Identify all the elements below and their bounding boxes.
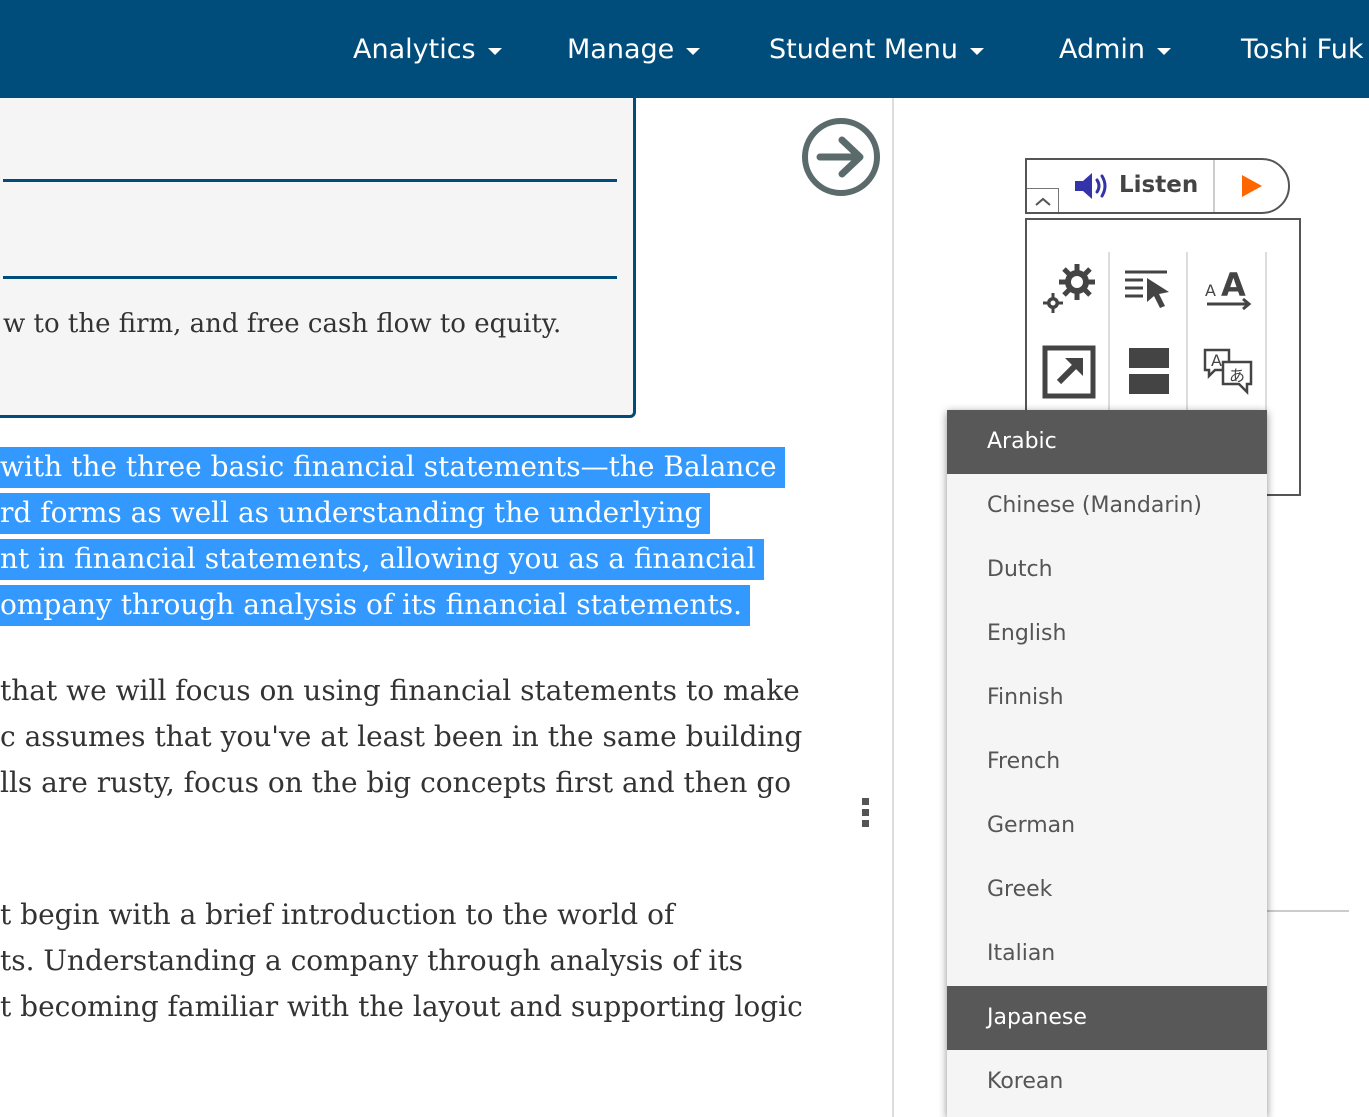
tool-separator bbox=[1108, 252, 1110, 412]
nav-admin-label: Admin bbox=[1059, 33, 1146, 65]
nav-student-menu[interactable]: Student Menu bbox=[769, 30, 984, 68]
caret-down-icon bbox=[970, 47, 984, 55]
translate-icon[interactable]: A あ bbox=[1201, 344, 1257, 400]
language-option-french[interactable]: French bbox=[947, 730, 1267, 794]
objective-divider bbox=[3, 179, 617, 182]
body-paragraph: that we will focus on using financial st… bbox=[0, 668, 802, 806]
paragraph-line: c assumes that you've at least been in t… bbox=[0, 720, 803, 753]
nav-analytics-label: Analytics bbox=[353, 33, 476, 65]
language-option-japanese[interactable]: Japanese bbox=[947, 986, 1267, 1050]
caret-down-icon bbox=[487, 47, 502, 55]
highlighted-line: with the three basic financial statement… bbox=[0, 447, 785, 488]
objective-text: w to the firm, and free cash flow to equ… bbox=[3, 309, 562, 339]
screen-mask-icon[interactable] bbox=[1121, 344, 1177, 400]
nav-admin[interactable]: Admin bbox=[1059, 30, 1172, 68]
language-dropdown: Arabic Chinese (Mandarin) Dutch English … bbox=[947, 410, 1267, 1117]
svg-text:A: A bbox=[1211, 351, 1222, 370]
paragraph-line: t begin with a brief introduction to the… bbox=[0, 898, 675, 931]
nav-analytics[interactable]: Analytics bbox=[353, 30, 502, 68]
listen-button[interactable]: Listen bbox=[1119, 172, 1198, 198]
caret-down-icon bbox=[686, 47, 701, 55]
language-option-chinese-mandarin[interactable]: Chinese (Mandarin) bbox=[947, 474, 1267, 538]
panel-rule bbox=[1267, 910, 1349, 912]
chevron-up-icon bbox=[1035, 197, 1051, 206]
svg-text:A: A bbox=[1221, 266, 1246, 304]
panel-resize-handle[interactable] bbox=[862, 798, 872, 830]
play-icon[interactable] bbox=[1239, 174, 1263, 198]
nav-manage-label: Manage bbox=[567, 33, 675, 65]
highlighted-paragraph[interactable]: with the three basic financial statement… bbox=[0, 444, 785, 628]
language-option-italian[interactable]: Italian bbox=[947, 922, 1267, 986]
tool-separator bbox=[1265, 252, 1267, 412]
listen-toolbar: Listen bbox=[1025, 158, 1290, 214]
nav-student-menu-label: Student Menu bbox=[769, 33, 958, 65]
language-option-greek[interactable]: Greek bbox=[947, 858, 1267, 922]
language-option-finnish[interactable]: Finnish bbox=[947, 666, 1267, 730]
highlighted-line: ompany through analysis of its financial… bbox=[0, 585, 751, 626]
language-option-arabic[interactable]: Arabic bbox=[947, 410, 1267, 474]
paragraph-line: t becoming familiar with the layout and … bbox=[0, 990, 803, 1023]
language-option-dutch[interactable]: Dutch bbox=[947, 538, 1267, 602]
paragraph-line: lls are rusty, focus on the big concepts… bbox=[0, 766, 792, 799]
svg-text:あ: あ bbox=[1229, 366, 1245, 385]
tool-separator bbox=[1186, 252, 1188, 412]
learning-objectives-box: w to the firm, and free cash flow to equ… bbox=[0, 98, 636, 418]
toolbar-separator bbox=[1213, 160, 1215, 212]
speaker-icon[interactable] bbox=[1073, 170, 1111, 202]
language-option-german[interactable]: German bbox=[947, 794, 1267, 858]
highlighted-line: nt in financial statements, allowing you… bbox=[0, 539, 764, 580]
paragraph-line: that we will focus on using financial st… bbox=[0, 674, 800, 707]
body-paragraph: t begin with a brief introduction to the… bbox=[0, 892, 803, 1030]
popout-icon[interactable] bbox=[1041, 344, 1097, 400]
nav-manage[interactable]: Manage bbox=[567, 30, 701, 68]
nav-user-menu[interactable]: Toshi Fuk bbox=[1241, 30, 1364, 68]
caret-down-icon bbox=[1157, 47, 1172, 55]
collapse-toolbar-button[interactable] bbox=[1027, 188, 1059, 212]
svg-text:A: A bbox=[1205, 281, 1216, 300]
settings-gears-icon[interactable] bbox=[1041, 260, 1097, 316]
language-option-korean[interactable]: Korean bbox=[947, 1050, 1267, 1114]
paragraph-line: ts. Understanding a company through anal… bbox=[0, 944, 743, 977]
language-option-english[interactable]: English bbox=[947, 602, 1267, 666]
reading-content: w to the firm, and free cash flow to equ… bbox=[0, 98, 893, 1117]
objective-divider bbox=[3, 276, 617, 279]
highlighted-line: rd forms as well as understanding the un… bbox=[0, 493, 711, 534]
top-navigation-bar: Analytics Manage Student Menu Admin Tosh… bbox=[0, 0, 1369, 98]
next-arrow-icon[interactable] bbox=[800, 116, 882, 198]
nav-user-name: Toshi Fuk bbox=[1241, 33, 1364, 65]
click-to-speak-icon[interactable] bbox=[1121, 260, 1177, 316]
text-size-icon[interactable]: A A bbox=[1201, 260, 1257, 316]
